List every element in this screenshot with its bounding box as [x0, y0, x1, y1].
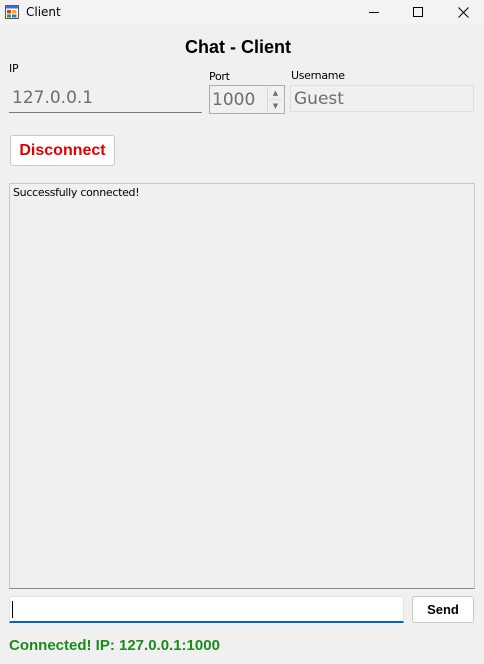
ip-field[interactable]: 127.0.0.1 — [9, 85, 202, 113]
port-label: Port — [209, 70, 230, 83]
close-icon — [457, 6, 469, 18]
chat-log[interactable]: Successfully connected! — [9, 183, 475, 589]
minimize-icon — [369, 12, 379, 13]
minimize-button[interactable] — [351, 0, 397, 24]
title-bar[interactable]: Client — [0, 0, 484, 24]
close-button[interactable] — [440, 0, 484, 24]
port-value: 1000 — [212, 90, 256, 110]
page-title: Chat - Client — [185, 37, 291, 57]
winforms-app-icon — [5, 5, 19, 19]
status-text: Connected! IP: 127.0.0.1:1000 — [9, 637, 220, 654]
message-input[interactable] — [9, 596, 404, 623]
text-caret — [12, 601, 13, 618]
username-field[interactable]: Guest — [290, 85, 474, 112]
chevron-up-icon[interactable]: ▲ — [268, 87, 283, 99]
port-spinner: ▲ ▼ — [267, 87, 283, 112]
log-line: Successfully connected! — [13, 186, 140, 199]
chevron-down-icon[interactable]: ▼ — [268, 99, 283, 112]
send-button[interactable]: Send — [412, 596, 474, 623]
maximize-button[interactable] — [395, 0, 441, 24]
username-label: Username — [291, 69, 345, 82]
client-window: Client Chat - Client IP Port Username 12… — [0, 0, 484, 664]
disconnect-button[interactable]: Disconnect — [10, 135, 115, 166]
port-stepper[interactable]: 1000 ▲ ▼ — [209, 85, 285, 114]
ip-label: IP — [9, 62, 19, 75]
maximize-icon — [413, 7, 423, 17]
window-title: Client — [26, 5, 61, 19]
